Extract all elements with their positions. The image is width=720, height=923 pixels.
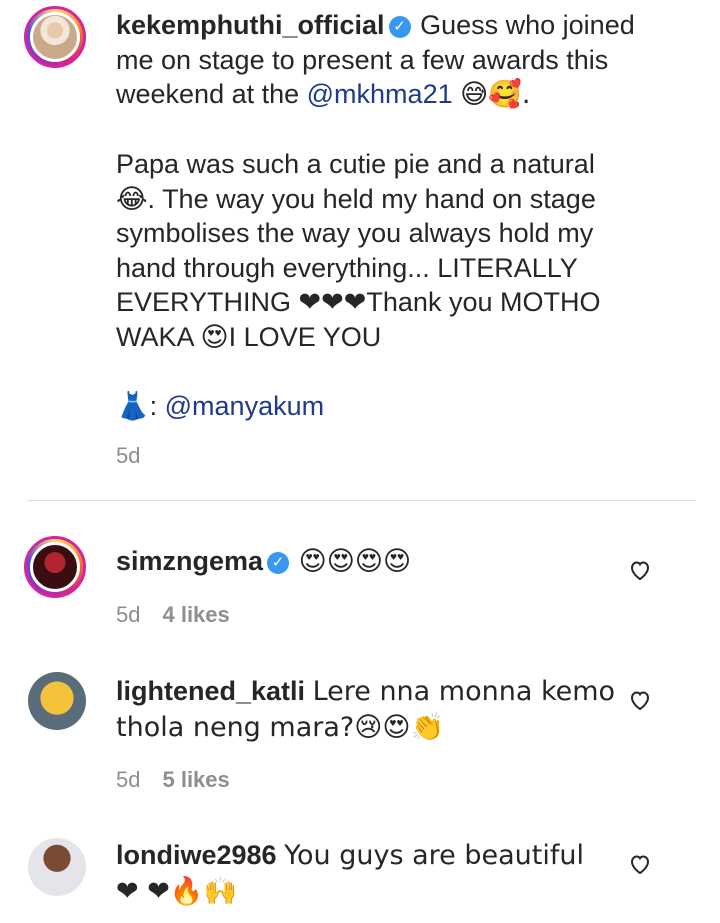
commenter-avatar[interactable] xyxy=(28,838,86,896)
mention-link[interactable]: @mkhma21 xyxy=(307,79,453,109)
heart-outline-icon[interactable] xyxy=(628,688,652,712)
author-username[interactable]: kekemphuthi_official xyxy=(116,10,385,40)
verified-badge-icon: ✓ xyxy=(388,16,411,38)
comment-text: simzngema ✓ 😍😍😍😍 xyxy=(116,544,636,580)
commenter-avatar[interactable] xyxy=(24,536,86,598)
caption-paragraph: Papa was such a cutie pie and a natural … xyxy=(116,149,601,352)
comment-text: londiwe2986 You guys are beautiful ❤ ❤🔥🙌 xyxy=(116,838,586,909)
comment-timestamp: 5d xyxy=(116,602,141,627)
comment-text: lightened_katli Lere nna monna kemo thol… xyxy=(116,674,636,745)
comment-meta: 5d 4 likes xyxy=(116,602,230,628)
comment-body: 😍😍😍😍 xyxy=(298,546,412,577)
divider xyxy=(28,500,696,501)
comment-meta: 5d 5 likes xyxy=(116,767,230,793)
commenter-username[interactable]: londiwe2986 xyxy=(116,840,277,870)
commenter-username[interactable]: lightened_katli xyxy=(116,676,305,706)
comment-likes[interactable]: 5 likes xyxy=(162,767,229,792)
author-avatar[interactable] xyxy=(24,6,86,68)
commenter-username[interactable]: simzngema xyxy=(116,546,263,576)
caption-text: kekemphuthi_official ✓ Guess who joined m… xyxy=(116,10,635,422)
verified-badge-icon: ✓ xyxy=(267,552,290,574)
caption-emoji: 😅🥰. xyxy=(460,79,531,110)
dress-mention-link[interactable]: @manyakum xyxy=(165,391,324,421)
heart-outline-icon[interactable] xyxy=(628,558,652,582)
caption-timestamp: 5d xyxy=(116,443,141,468)
dress-icon: 👗 xyxy=(116,390,150,422)
comment-likes[interactable]: 4 likes xyxy=(162,602,229,627)
heart-outline-icon[interactable] xyxy=(628,852,652,876)
commenter-avatar[interactable] xyxy=(28,672,86,730)
comment-timestamp: 5d xyxy=(116,767,141,792)
